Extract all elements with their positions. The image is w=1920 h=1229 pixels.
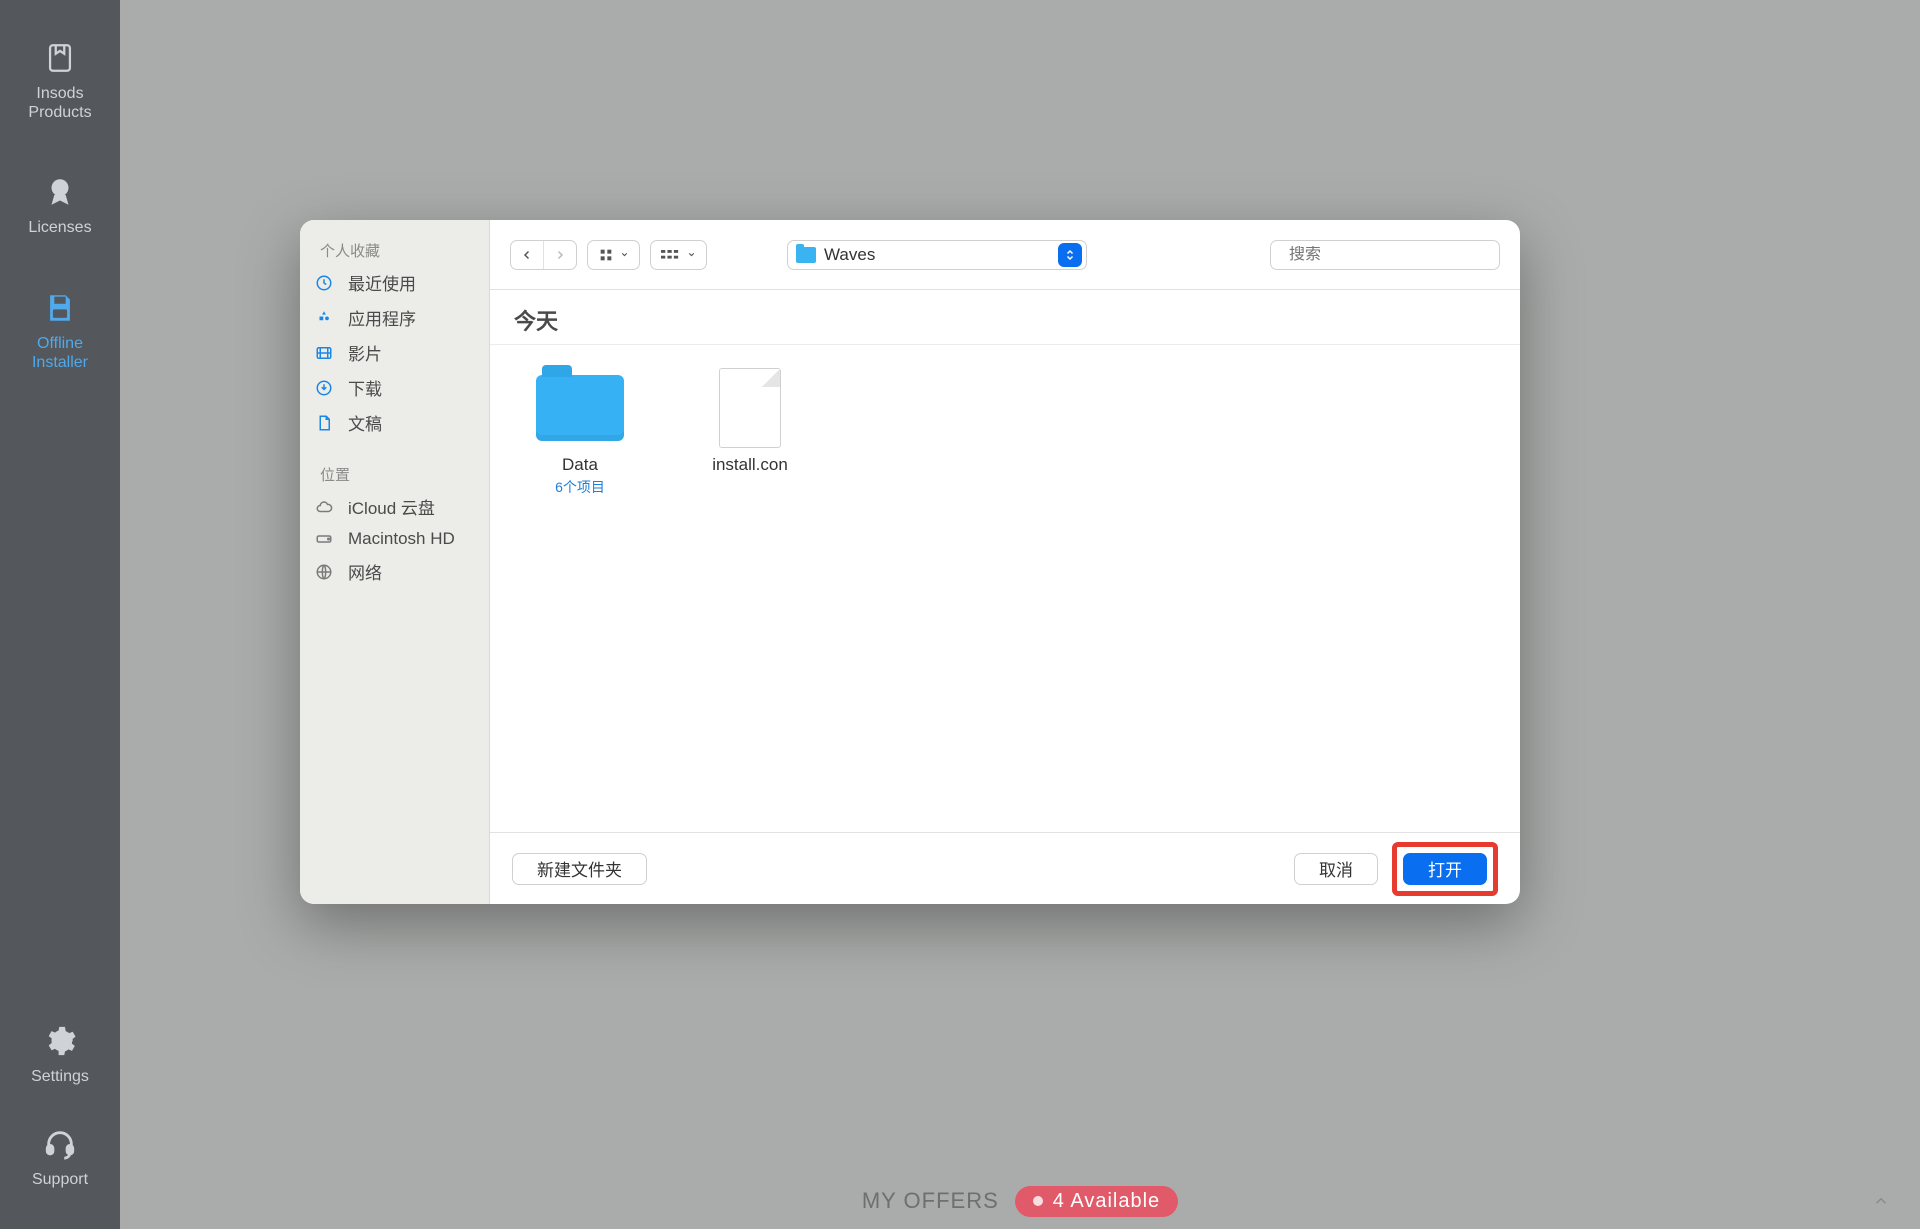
- apps-icon: [320, 309, 338, 327]
- sidebar-section-locations: 位置: [300, 458, 489, 489]
- gear-icon: [42, 1023, 78, 1059]
- file-name: install.con: [712, 455, 788, 475]
- sidebar-item-documents[interactable]: 文稿: [300, 405, 489, 440]
- nav-label: Support: [32, 1170, 88, 1189]
- globe-icon: [320, 563, 338, 581]
- group-by-button[interactable]: [650, 240, 707, 270]
- back-button[interactable]: [511, 241, 543, 269]
- dialog-footer: 新建文件夹 取消 打开: [490, 832, 1520, 904]
- path-dropdown-button[interactable]: [1058, 243, 1082, 267]
- search-input[interactable]: [1289, 246, 1496, 264]
- folder-icon: [796, 247, 816, 263]
- sidebar-item-label: 网络: [348, 559, 382, 584]
- chevron-down-icon: [687, 250, 696, 259]
- document-icon: [719, 368, 781, 448]
- file-open-dialog: 个人收藏 最近使用 应用程序 影片 下载 文稿 位置: [300, 220, 1520, 904]
- sidebar-item-macintosh-hd[interactable]: Macintosh HD: [300, 524, 489, 554]
- document-icon: [320, 414, 338, 432]
- nav-products[interactable]: Insods Products: [28, 40, 91, 122]
- headset-icon: [42, 1126, 78, 1162]
- finder-toolbar: Waves: [490, 220, 1520, 290]
- file-item-document[interactable]: install.con: [690, 369, 810, 497]
- chevron-down-icon: [620, 250, 629, 259]
- cancel-button[interactable]: 取消: [1294, 853, 1378, 885]
- sidebar-item-applications[interactable]: 应用程序: [300, 300, 489, 335]
- sidebar-item-label: Macintosh HD: [348, 529, 455, 549]
- offers-badge: 4 Available: [1015, 1186, 1178, 1217]
- forward-button[interactable]: [543, 241, 576, 269]
- sidebar-item-movies[interactable]: 影片: [300, 335, 489, 370]
- sidebar-item-label: 应用程序: [348, 305, 416, 330]
- nav-support[interactable]: Support: [32, 1126, 88, 1189]
- new-folder-button[interactable]: 新建文件夹: [512, 853, 647, 885]
- sidebar-item-label: 影片: [348, 340, 382, 365]
- file-name: Data: [562, 455, 598, 475]
- products-icon: [42, 40, 78, 76]
- nav-label: Settings: [31, 1067, 89, 1086]
- sidebar-item-recents[interactable]: 最近使用: [300, 265, 489, 300]
- sidebar-section-favorites: 个人收藏: [300, 234, 489, 265]
- nav-label: Insods Products: [28, 84, 91, 122]
- clock-icon: [320, 274, 338, 292]
- film-icon: [320, 344, 338, 362]
- path-selector[interactable]: Waves: [787, 240, 1087, 270]
- file-meta: 6个项目: [555, 477, 605, 497]
- finder-sidebar: 个人收藏 最近使用 应用程序 影片 下载 文稿 位置: [300, 220, 490, 904]
- badge-icon: [42, 174, 78, 210]
- search-field[interactable]: [1270, 240, 1500, 270]
- nav-settings[interactable]: Settings: [31, 1023, 89, 1086]
- sidebar-item-icloud[interactable]: iCloud 云盘: [300, 489, 489, 524]
- disk-icon: [320, 530, 338, 548]
- sidebar-item-label: 文稿: [348, 410, 382, 435]
- section-today: 今天: [490, 290, 1520, 345]
- path-label: Waves: [824, 245, 1050, 265]
- nav-offline-installer[interactable]: Offline Installer: [32, 290, 88, 372]
- nav-label: Licenses: [28, 218, 91, 237]
- nav-back-forward: [510, 240, 577, 270]
- offers-badge-text: 4 Available: [1053, 1190, 1160, 1213]
- download-icon: [320, 379, 338, 397]
- file-browser[interactable]: 今天 Data 6个项目 install.con: [490, 290, 1520, 832]
- dot-icon: [1033, 1196, 1043, 1206]
- sidebar-item-downloads[interactable]: 下载: [300, 370, 489, 405]
- app-sidebar: Insods Products Licenses Offline Install…: [0, 0, 120, 1229]
- save-disk-icon: [42, 290, 78, 326]
- offers-label: MY OFFERS: [862, 1188, 999, 1214]
- sidebar-item-network[interactable]: 网络: [300, 554, 489, 589]
- nav-licenses[interactable]: Licenses: [28, 174, 91, 237]
- nav-label: Offline Installer: [32, 334, 88, 372]
- folder-icon: [536, 375, 624, 441]
- finder-content: Waves 今天 Data 6个项目: [490, 220, 1520, 904]
- open-button-highlight: 打开: [1392, 842, 1498, 896]
- cloud-icon: [320, 498, 338, 516]
- sidebar-item-label: 最近使用: [348, 270, 416, 295]
- sidebar-item-label: 下载: [348, 375, 382, 400]
- offers-bar[interactable]: MY OFFERS 4 Available: [120, 1173, 1920, 1229]
- view-mode-icons-button[interactable]: [587, 240, 640, 270]
- chevron-up-icon[interactable]: [1872, 1192, 1890, 1210]
- open-button[interactable]: 打开: [1403, 853, 1487, 885]
- file-item-folder[interactable]: Data 6个项目: [520, 369, 640, 497]
- sidebar-item-label: iCloud 云盘: [348, 494, 435, 519]
